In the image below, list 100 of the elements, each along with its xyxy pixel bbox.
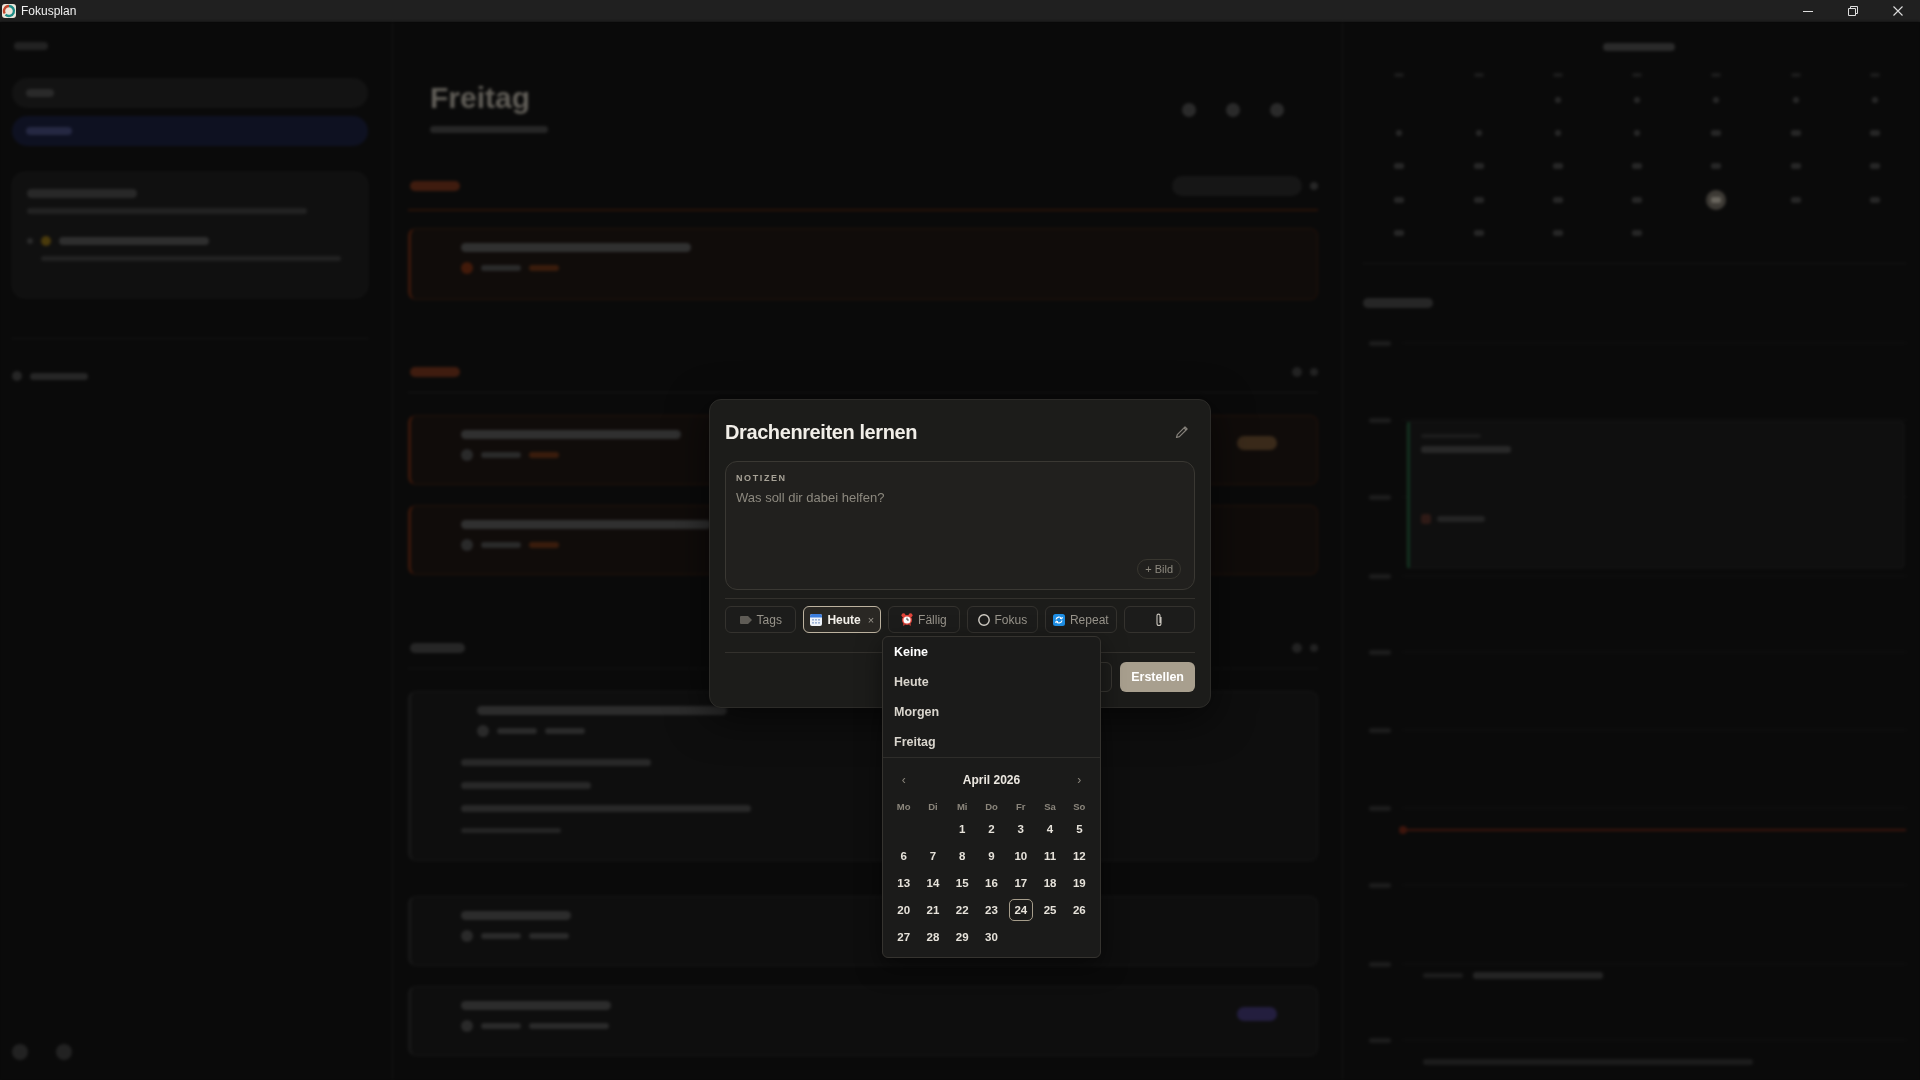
window-title: Fokusplan: [21, 4, 77, 18]
calendar-day[interactable]: 23: [979, 899, 1004, 921]
blurred-icon: [12, 1044, 28, 1060]
blurred-text: [481, 542, 521, 548]
blurred-icon: [56, 1044, 72, 1060]
next-month-button[interactable]: ›: [1072, 770, 1087, 790]
date-chip[interactable]: Heute ×: [803, 606, 882, 633]
blurred-icon: [461, 539, 473, 551]
blurred-icon: [477, 725, 489, 737]
calendar-day[interactable]: 11: [1038, 845, 1063, 867]
alarm-clock-icon: [901, 613, 914, 626]
calendar-day[interactable]: 25: [1038, 899, 1063, 921]
weekday-label: Do: [985, 800, 998, 812]
calendar-day[interactable]: 27: [891, 926, 916, 948]
menu-option[interactable]: Keine: [883, 637, 1100, 667]
calendar-day[interactable]: 19: [1067, 872, 1092, 894]
paperclip-icon: [1155, 612, 1164, 627]
edit-button[interactable]: [1174, 424, 1190, 440]
remove-button[interactable]: ×: [867, 613, 875, 626]
repeat-icon: [1052, 613, 1065, 626]
pencil-icon: [1174, 424, 1190, 440]
weekday-label: Di: [928, 800, 938, 812]
blurred-text: [497, 728, 537, 734]
page-title: Freitag: [430, 80, 532, 116]
menu-option[interactable]: Freitag: [883, 727, 1100, 757]
calendar-day[interactable]: 7: [920, 845, 945, 867]
weekday-label: So: [1073, 800, 1086, 812]
calendar-day[interactable]: 29: [950, 926, 975, 948]
blurred-text: [481, 933, 521, 939]
blurred-icon: [1226, 103, 1240, 117]
tags-chip[interactable]: Tags: [725, 606, 797, 633]
calendar-day[interactable]: 15: [950, 872, 975, 894]
menu-option[interactable]: Heute: [883, 667, 1100, 697]
weekday-label: Mi: [956, 800, 968, 812]
blurred-text: [410, 181, 460, 191]
blurred-text: [481, 1023, 521, 1029]
blurred-icon: [461, 1020, 473, 1032]
calendar-day[interactable]: 6: [891, 845, 916, 867]
attachment-chip[interactable]: [1123, 606, 1195, 633]
calendar-day[interactable]: 17: [1008, 872, 1033, 894]
calendar-day[interactable]: 12: [1067, 845, 1092, 867]
blurred-text: [481, 265, 521, 271]
blurred-icon: [1182, 103, 1196, 117]
focus-chip[interactable]: Fokus: [966, 606, 1039, 633]
calendar-day[interactable]: 28: [920, 926, 945, 948]
due-chip[interactable]: Fällig: [888, 606, 960, 633]
calendar-day[interactable]: 10: [1008, 845, 1033, 867]
tag-icon: [739, 615, 752, 624]
calendar-day[interactable]: 8: [950, 845, 975, 867]
calendar-day[interactable]: 13: [891, 872, 916, 894]
blurred-icon: [1310, 182, 1318, 190]
calendar-day[interactable]: 30: [979, 926, 1004, 948]
blurred-badge: [1237, 436, 1277, 450]
repeat-chip[interactable]: Repeat: [1045, 606, 1117, 633]
circle-icon: [977, 613, 990, 626]
weekday-label: Fr: [1016, 800, 1026, 812]
close-icon: [1892, 6, 1903, 16]
month-label: April 2026: [962, 773, 1021, 787]
notes-label: NOTIZEN: [736, 472, 787, 484]
calendar-day[interactable]: 26: [1067, 899, 1092, 921]
blurred-text: [14, 42, 48, 50]
calendar-day[interactable]: 9: [979, 845, 1004, 867]
restore-icon: [1847, 6, 1858, 16]
notes-field[interactable]: NOTIZEN Was soll dir dabei helfen? + Bild: [725, 461, 1195, 590]
calendar-day[interactable]: 22: [950, 899, 975, 921]
minimize-icon: [1802, 10, 1813, 12]
calendar-day[interactable]: 5: [1067, 818, 1092, 840]
blurred-text: [529, 933, 569, 939]
calendar-day[interactable]: 3: [1008, 818, 1033, 840]
blurred-text: [529, 265, 559, 271]
notes-input[interactable]: Was soll dir dabei helfen?: [736, 489, 1184, 559]
blurred-icon: [1270, 103, 1284, 117]
blurred-text: [30, 372, 88, 380]
blurred-text: [481, 452, 521, 458]
blurred-text: [529, 452, 559, 458]
weekday-label: Sa: [1044, 800, 1056, 812]
calendar-day[interactable]: 20: [891, 899, 916, 921]
calendar-day[interactable]: 24: [1008, 899, 1033, 921]
calendar-day[interactable]: 4: [1038, 818, 1063, 840]
blurred-icon: [461, 262, 473, 274]
blurred-text: [529, 542, 559, 548]
menu-option[interactable]: Morgen: [883, 697, 1100, 727]
calendar-day[interactable]: 21: [920, 899, 945, 921]
dialog-title: Drachenreiten lernen: [725, 420, 918, 444]
blurred-icon: [461, 449, 473, 461]
app-logo-icon: [2, 4, 16, 18]
blurred-icon: [461, 930, 473, 942]
calendar-day[interactable]: 18: [1038, 872, 1063, 894]
calendar-icon: [810, 613, 823, 626]
blurred-text: [26, 127, 72, 135]
calendar-day[interactable]: 2: [979, 818, 1004, 840]
blurred-text: [410, 367, 460, 377]
calendar-day[interactable]: 14: [920, 872, 945, 894]
previous-month-button[interactable]: ‹: [896, 770, 911, 790]
blurred-text: [410, 643, 465, 653]
weekday-label: Mo: [896, 800, 911, 812]
calendar-day[interactable]: 16: [979, 872, 1004, 894]
blurred-text: [545, 728, 585, 734]
calendar-day[interactable]: 1: [950, 818, 975, 840]
blurred-badge: [1237, 1007, 1277, 1021]
